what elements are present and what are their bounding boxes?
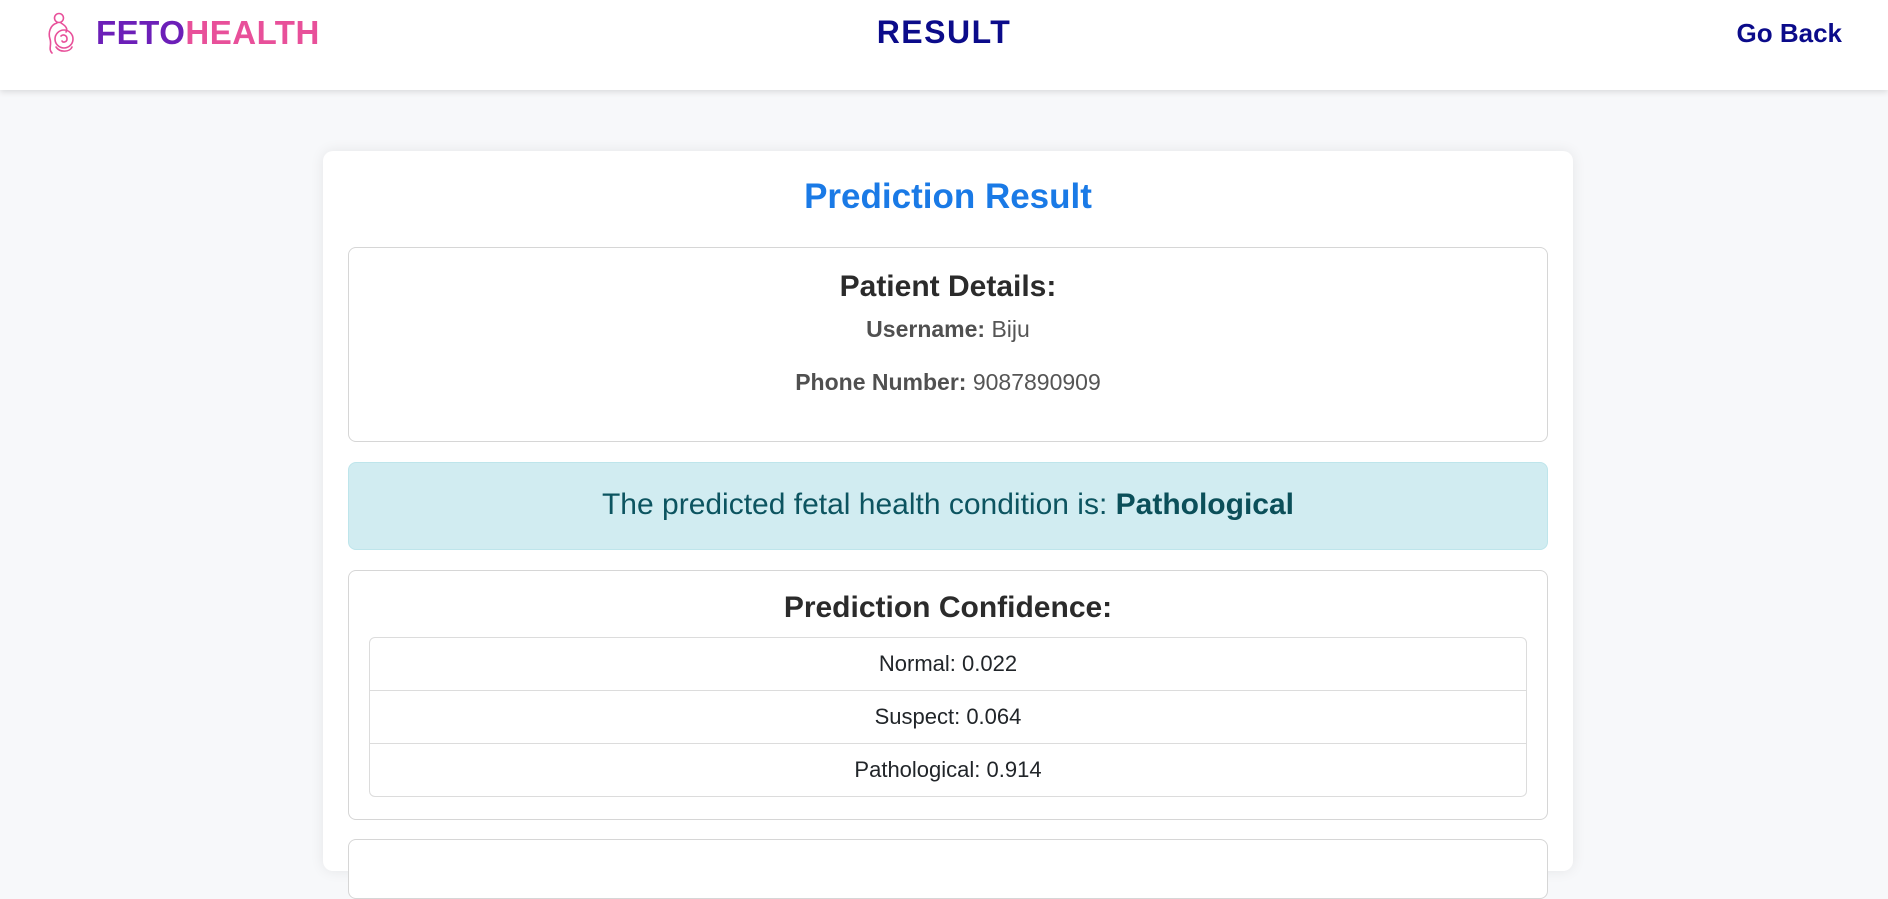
username-label: Username: bbox=[866, 316, 986, 342]
next-section-box bbox=[348, 839, 1548, 899]
patient-details-heading: Patient Details: bbox=[839, 270, 1057, 303]
confidence-heading: Prediction Confidence: bbox=[783, 591, 1113, 624]
result-title: Prediction Result bbox=[804, 177, 1092, 216]
username-value: Biju bbox=[991, 316, 1030, 342]
top-navbar: FETOHEALTH RESULT Go Back bbox=[0, 0, 1888, 90]
phone-label: Phone Number: bbox=[795, 369, 967, 395]
page-title: RESULT bbox=[876, 14, 1012, 50]
result-card: Prediction Result Patient Details: Usern… bbox=[323, 151, 1573, 899]
confidence-item-pathological: Pathological: 0.914 bbox=[369, 743, 1527, 797]
prediction-alert: The predicted fetal health condition is:… bbox=[348, 462, 1548, 550]
patient-details-section: Patient Details: Username: Biju Phone Nu… bbox=[348, 247, 1548, 442]
confidence-item-normal: Normal: 0.022 bbox=[369, 637, 1527, 691]
phone-row: Phone Number: 9087890909 bbox=[349, 367, 1547, 397]
username-row: Username: Biju bbox=[349, 314, 1547, 344]
prediction-text: The predicted fetal health condition is: bbox=[601, 488, 1108, 521]
confidence-list: Normal: 0.022 Suspect: 0.064 Pathologica… bbox=[369, 637, 1527, 797]
confidence-section: Prediction Confidence: Normal: 0.022 Sus… bbox=[348, 570, 1548, 820]
confidence-item-suspect: Suspect: 0.064 bbox=[369, 690, 1527, 744]
go-back-link[interactable]: Go Back bbox=[1737, 16, 1843, 50]
prediction-condition: Pathological bbox=[1115, 488, 1294, 521]
phone-value: 9087890909 bbox=[972, 369, 1101, 395]
